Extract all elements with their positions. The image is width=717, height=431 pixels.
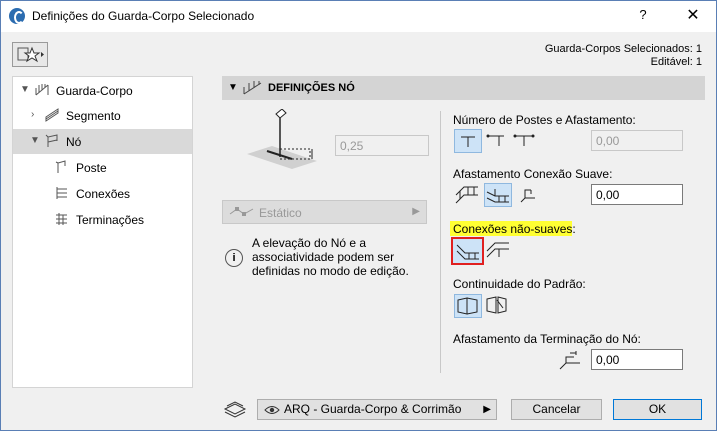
node-icon — [45, 134, 58, 147]
tree-item-label: Poste — [76, 161, 107, 175]
expand-arrow-icon[interactable]: ▼ — [20, 84, 30, 95]
tree-item-terminations[interactable]: Terminações — [13, 207, 192, 232]
ok-button[interactable]: OK — [613, 399, 702, 420]
tree-item-label: Terminações — [76, 213, 145, 227]
smooth-offset-field[interactable]: 0,00 — [591, 184, 683, 205]
app-icon — [9, 8, 25, 24]
post-both-icon — [513, 134, 535, 146]
help-button[interactable]: ? — [633, 7, 653, 25]
vertical-divider — [440, 111, 441, 373]
cancel-button[interactable]: Cancelar — [511, 399, 602, 420]
tree-item-label: Nó — [66, 135, 82, 149]
smooth-option-2-button[interactable] — [484, 183, 512, 207]
post-left-icon — [486, 134, 504, 146]
settings-tree: ▼ Guarda-Corpo › Segmento ▼ Nó Poste Con… — [12, 76, 193, 388]
info-note: A elevação do Nó e a associatividade pod… — [252, 236, 409, 278]
posts-option-3-button[interactable] — [511, 129, 539, 153]
smooth-option-1-button[interactable] — [454, 183, 482, 207]
tree-item-label: Conexões — [76, 187, 131, 201]
editable-count: Editável: 1 — [650, 56, 702, 68]
expand-arrow-icon[interactable]: ▼ — [30, 135, 40, 146]
smooth-stair-offset-icon — [486, 189, 509, 203]
continuous-pattern-icon — [457, 297, 478, 315]
expand-arrow-icon[interactable]: › — [31, 109, 34, 120]
selection-info: Guarda-Corpos Selecionados: 1 Editável: … — [545, 43, 702, 69]
nonsmooth-option-1-button[interactable] — [451, 237, 484, 265]
window-title: Definições do Guarda-Corpo Selecionado — [32, 9, 255, 23]
terminations-icon — [56, 213, 67, 225]
nonsmooth-label: Conexões não-suaves: — [453, 222, 576, 236]
close-button[interactable]: ✕ — [682, 5, 704, 27]
segment-icon — [45, 108, 59, 122]
associativity-dropdown[interactable]: Estático ▶ — [222, 200, 427, 224]
nonsmooth-stair-icon — [456, 244, 479, 260]
termination-offset-label: Afastamento da Terminação do Nó: — [453, 332, 641, 346]
smooth-offset-icon — [520, 189, 535, 203]
title-bar: Definições do Guarda-Corpo Selecionado ?… — [1, 1, 716, 32]
tree-item-node[interactable]: ▼ Nó — [13, 129, 192, 154]
post-icon — [55, 160, 66, 173]
section-title: DEFINIÇÕES NÓ — [268, 82, 355, 94]
associativity-icon — [229, 207, 254, 216]
post-top-icon — [461, 136, 475, 147]
node-settings-panel: ▼ DEFINIÇÕES NÓ 0,25 Estático ▶ i A elev… — [222, 76, 705, 386]
nonsmooth-option-2-button[interactable] — [485, 239, 513, 263]
railing-section-icon — [243, 81, 262, 95]
dropdown-arrow-icon: ▶ — [483, 404, 491, 415]
continuity-option-1-button[interactable] — [454, 294, 482, 318]
connections-icon — [56, 187, 67, 199]
info-icon: i — [225, 249, 243, 267]
favorites-star-icon — [17, 46, 44, 63]
smooth-stair-icon — [455, 186, 478, 204]
continuity-option-2-button[interactable] — [484, 294, 512, 318]
posts-label: Número de Postes e Afastamento: — [453, 113, 636, 127]
railing-icon — [35, 84, 49, 96]
posts-option-1-button[interactable] — [454, 129, 482, 153]
eye-icon — [264, 406, 280, 414]
tree-item-connections[interactable]: Conexões — [13, 181, 192, 206]
posts-offset-field[interactable]: 0,00 — [591, 130, 683, 151]
termination-offset-icon — [559, 351, 580, 370]
tree-item-label: Segmento — [66, 109, 121, 123]
layer-name: ARQ - Guarda-Corpo & Corrimão — [284, 402, 462, 416]
termination-offset-field[interactable]: 0,00 — [591, 349, 683, 370]
tree-item-railing[interactable]: ▼ Guarda-Corpo — [13, 78, 192, 103]
tree-item-label: Guarda-Corpo — [56, 84, 133, 98]
layer-select[interactable]: ARQ - Guarda-Corpo & Corrimão ▶ — [257, 399, 497, 420]
node-elevation-preview-icon — [247, 109, 317, 169]
collapse-arrow-icon[interactable]: ▼ — [228, 82, 238, 93]
dialog-window: Definições do Guarda-Corpo Selecionado ?… — [0, 0, 717, 431]
restart-pattern-icon — [486, 296, 507, 314]
posts-option-2-button[interactable] — [484, 129, 512, 153]
tree-item-post[interactable]: Poste — [13, 155, 192, 180]
nonsmooth-stair-alt-icon — [486, 242, 509, 258]
layers-icon — [223, 401, 247, 418]
selected-count: Guarda-Corpos Selecionados: 1 — [544, 43, 702, 55]
favorites-button[interactable] — [12, 42, 48, 67]
dialog-footer: ARQ - Guarda-Corpo & Corrimão ▶ Cancelar… — [1, 391, 716, 430]
smooth-offset-label: Afastamento Conexão Suave: — [453, 167, 613, 181]
tree-item-segment[interactable]: › Segmento — [13, 103, 192, 128]
associativity-label: Estático — [259, 206, 302, 220]
pattern-continuity-label: Continuidade do Padrão: — [453, 277, 586, 291]
section-header[interactable]: ▼ DEFINIÇÕES NÓ — [222, 76, 705, 100]
dropdown-arrow-icon: ▶ — [412, 206, 420, 217]
node-elevation-field[interactable]: 0,25 — [335, 135, 429, 156]
